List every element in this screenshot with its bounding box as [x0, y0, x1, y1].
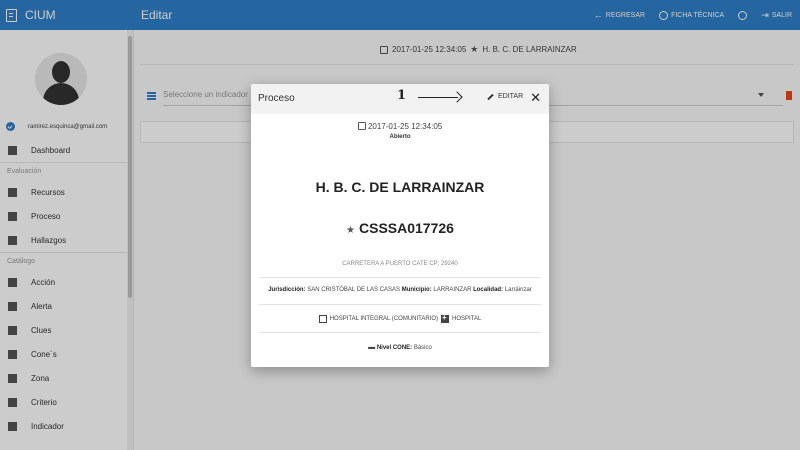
- localidad-value: Larráinzar: [504, 287, 532, 293]
- pencil-icon: [487, 93, 494, 100]
- dialog-cone-row: ▬ Nivel CONE: Básico: [251, 344, 549, 351]
- calendar-icon: [357, 122, 366, 130]
- close-icon[interactable]: ✕: [530, 91, 541, 104]
- municipio-label: Municipio:: [401, 287, 432, 293]
- municipio-value: LARRAINZAR: [433, 287, 472, 293]
- annotation-arrow-head-icon: [451, 91, 463, 103]
- dialog-type-row: HOSPITAL INTEGRAL (COMUNITARIO) HOSPITAL: [251, 313, 549, 323]
- hospital-cross-icon: [441, 313, 450, 323]
- localidad-label: Localidad:: [473, 287, 504, 293]
- divider: [259, 277, 541, 278]
- divider: [259, 332, 541, 333]
- jurisdiccion-label: Jurisdicción:: [268, 287, 306, 293]
- jurisdiccion-value: SAN CRISTÓBAL DE LAS CASAS: [307, 287, 401, 293]
- process-dialog: Proceso 1 EDITAR ✕ 2017-01-25 12:34:05 A…: [251, 84, 549, 367]
- star-icon: ★: [346, 225, 355, 236]
- dialog-status: Abierto: [389, 134, 411, 140]
- dialog-datetime-row: 2017-01-25 12:34:05: [251, 122, 549, 131]
- dialog-header: Proceso 1 EDITAR ✕: [251, 84, 549, 114]
- unit-category: HOSPITAL: [452, 316, 482, 322]
- building-icon: [318, 315, 327, 323]
- dialog-clues-row: ★ CSSSA017726: [251, 220, 549, 236]
- cone-label: Nivel CONE:: [376, 345, 413, 351]
- edit-button[interactable]: EDITAR: [487, 93, 523, 100]
- annotation-number: 1: [397, 88, 407, 103]
- dialog-address: CARRETERA A PUERTO CATE CP: 29240: [342, 261, 458, 267]
- dialog-title: Proceso: [258, 93, 295, 104]
- unit-type: HOSPITAL INTEGRAL (COMUNITARIO): [329, 316, 439, 322]
- edit-label: EDITAR: [498, 93, 524, 100]
- dialog-clues: CSSSA017726: [359, 220, 454, 236]
- dialog-location-row: Jurisdicción: SAN CRISTÓBAL DE LAS CASAS…: [251, 287, 549, 293]
- cone-level-icon: ▬: [368, 344, 376, 351]
- dialog-unit-name: H. B. C. DE LARRAINZAR: [315, 179, 485, 195]
- cone-value: Básico: [413, 345, 432, 351]
- divider: [259, 304, 541, 305]
- dialog-datetime: 2017-01-25 12:34:05: [367, 122, 443, 131]
